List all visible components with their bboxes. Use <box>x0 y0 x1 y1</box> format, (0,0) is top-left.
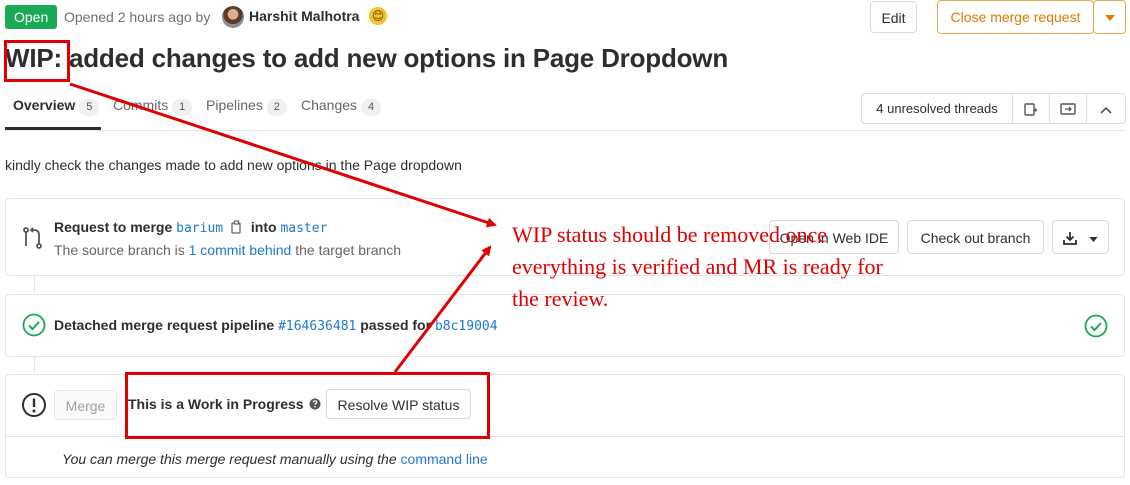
tab-label: Commits <box>113 97 169 113</box>
merge-button[interactable]: Merge <box>54 390 117 420</box>
success-status-icon[interactable] <box>22 313 46 337</box>
tab-label: Pipelines <box>206 97 263 113</box>
tab-changes[interactable]: Changes 4 <box>301 97 382 116</box>
tab-overview[interactable]: Overview 5 <box>13 97 100 116</box>
tab-commits[interactable]: Commits 1 <box>113 97 193 116</box>
chevron-down-icon <box>1089 236 1098 242</box>
source-branch-link[interactable]: barium <box>176 221 223 236</box>
status-badge: Open <box>5 5 58 29</box>
tab-label: Changes <box>301 97 358 113</box>
tab-count: 5 <box>79 99 100 116</box>
tabs-divider <box>5 130 1125 131</box>
annotation-text: WIP status should be removed once everyt… <box>512 222 883 311</box>
timeline-connector <box>34 276 35 294</box>
behind-prefix: The source branch is <box>54 242 185 258</box>
warning-icon <box>22 393 46 417</box>
next-unresolved-icon <box>1024 102 1037 116</box>
next-thread-button[interactable] <box>1013 94 1050 123</box>
check-out-branch-button[interactable]: Check out branch <box>907 220 1044 254</box>
close-dropdown-toggle[interactable] <box>1093 0 1126 34</box>
commit-behind-link[interactable]: 1 commit behind <box>189 242 292 258</box>
download-dropdown-button[interactable] <box>1052 220 1109 254</box>
jump-thread-button[interactable] <box>1050 94 1087 123</box>
emoji-status: 😊 <box>369 7 387 25</box>
manual-merge-text: You can merge this merge request manuall… <box>62 451 488 467</box>
target-branch-link[interactable]: master <box>280 221 327 236</box>
wip-section-highlight-box <box>125 372 490 439</box>
chevron-down-icon <box>1104 15 1115 22</box>
branch-behind-line: The source branch is 1 commit behind the… <box>54 242 401 258</box>
pipeline-id-link[interactable]: #164636481 <box>278 319 356 334</box>
title-text: added changes to add new options in Page… <box>61 43 729 73</box>
pipeline-status-line: Detached merge request pipeline #1646364… <box>54 317 498 334</box>
tab-count: 4 <box>361 99 382 116</box>
tab-count: 2 <box>266 99 287 116</box>
into-label: into <box>250 219 277 235</box>
comment-jump-icon <box>1060 102 1076 115</box>
wip-highlight-box <box>4 40 70 82</box>
tab-pipelines[interactable]: Pipelines 2 <box>206 97 287 116</box>
pipeline-passed: passed for <box>360 317 432 333</box>
manual-merge-label: You can merge this merge request manuall… <box>62 451 397 467</box>
commit-sha-link[interactable]: b8c19004 <box>435 319 498 334</box>
edit-button[interactable]: Edit <box>870 1 917 33</box>
download-icon <box>1063 232 1077 245</box>
collapse-threads-button[interactable] <box>1087 94 1125 123</box>
threads-toolbar: 4 unresolved threads <box>861 93 1126 124</box>
tab-label: Overview <box>13 97 76 113</box>
avatar[interactable] <box>222 6 244 28</box>
behind-suffix: the target branch <box>295 242 402 258</box>
timeline-connector <box>34 357 35 374</box>
mr-description: kindly check the changes made to add new… <box>5 157 462 173</box>
request-to-merge-line: Request to merge barium into master <box>54 219 327 236</box>
close-merge-request-button[interactable]: Close merge request <box>937 0 1094 34</box>
chevron-up-icon <box>1100 106 1112 114</box>
opened-meta: Opened 2 hours ago by <box>64 9 211 25</box>
request-label: Request to merge <box>54 219 173 235</box>
page-title: WIP: added changes to add new options in… <box>5 43 728 74</box>
unresolved-threads-button[interactable]: 4 unresolved threads <box>862 94 1013 123</box>
command-line-link[interactable]: command line <box>401 451 488 467</box>
pipeline-stage-success-icon[interactable] <box>1084 314 1108 338</box>
copy-branch-icon[interactable] <box>231 220 243 234</box>
git-merge-icon <box>23 227 42 249</box>
tab-count: 1 <box>172 99 193 116</box>
author-name[interactable]: Harshit Malhotra <box>249 8 359 24</box>
pipeline-label: Detached merge request pipeline <box>54 317 275 333</box>
